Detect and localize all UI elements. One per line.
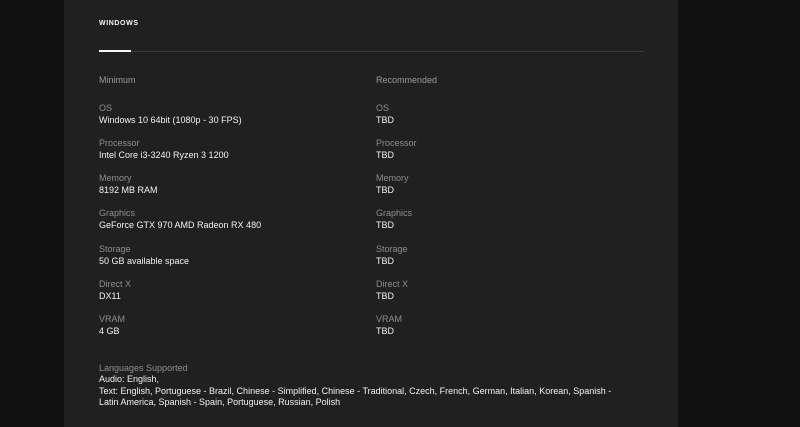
spec-label: Memory xyxy=(99,173,132,184)
spec-value: DX11 xyxy=(99,290,121,301)
spec-value: TBD xyxy=(376,220,394,231)
spec-label: OS xyxy=(99,102,113,113)
system-requirements-panel: WINDOWS Minimum OS Windows 10 64bit (108… xyxy=(64,0,678,427)
spec-label: Direct X xyxy=(376,278,409,289)
spec-value: 4 GB xyxy=(99,326,120,337)
spec-label: Storage xyxy=(99,243,131,254)
spec-label: Direct X xyxy=(99,278,132,289)
min-spec-graphics: Graphics GeForce GTX 970 AMD Radeon RX 4… xyxy=(99,196,369,231)
spec-label: Memory xyxy=(376,173,409,184)
spec-value: TBD xyxy=(376,185,394,196)
rec-spec-directx: Direct X TBD xyxy=(376,266,636,301)
tab-windows-label: WINDOWS xyxy=(99,20,139,27)
minimum-header: Minimum xyxy=(99,75,136,85)
spec-value: TBD xyxy=(376,149,394,160)
rec-spec-processor: Processor TBD xyxy=(376,125,636,160)
spec-label: Storage xyxy=(376,243,408,254)
min-spec-storage: Storage 50 GB available space xyxy=(99,231,369,266)
spec-value: Windows 10 64bit (1080p - 30 FPS) xyxy=(99,114,242,125)
spec-value: 8192 MB RAM xyxy=(99,185,158,196)
spec-value: Intel Core i3-3240 Ryzen 3 1200 xyxy=(99,149,229,160)
min-spec-os: OS Windows 10 64bit (1080p - 30 FPS) xyxy=(99,90,369,125)
active-tab-indicator xyxy=(99,50,131,52)
spec-label: Processor xyxy=(99,137,140,148)
rec-spec-vram: VRAM TBD xyxy=(376,302,636,337)
min-spec-memory: Memory 8192 MB RAM xyxy=(99,161,369,196)
rec-spec-storage: Storage TBD xyxy=(376,231,636,266)
languages-text-line-2: Latin America, Spanish - Spain, Portugue… xyxy=(99,397,341,407)
spec-value: TBD xyxy=(376,326,394,337)
languages-title: Languages Supported xyxy=(99,363,188,373)
spec-label: VRAM xyxy=(99,314,126,325)
rec-spec-os: OS TBD xyxy=(376,90,636,125)
recommended-requirements-column: Recommended OS TBD Processor TBD Memory … xyxy=(376,74,636,337)
min-spec-directx: Direct X DX11 xyxy=(99,266,369,301)
minimum-requirements-column: Minimum OS Windows 10 64bit (1080p - 30 … xyxy=(99,74,369,337)
spec-label: Graphics xyxy=(99,208,136,219)
spec-label: OS xyxy=(376,102,390,113)
platform-tab-bar: WINDOWS xyxy=(99,0,644,52)
spec-label: Graphics xyxy=(376,208,413,219)
spec-label: VRAM xyxy=(376,314,403,325)
languages-supported: Languages Supported Audio: English, Text… xyxy=(99,362,659,409)
spec-value: TBD xyxy=(376,255,394,266)
spec-value: GeForce GTX 970 AMD Radeon RX 480 xyxy=(99,220,262,231)
min-spec-vram: VRAM 4 GB xyxy=(99,302,369,337)
spec-value: TBD xyxy=(376,290,394,301)
spec-value: TBD xyxy=(376,114,394,125)
min-spec-processor: Processor Intel Core i3-3240 Ryzen 3 120… xyxy=(99,125,369,160)
languages-text-line-1: Text: English, Portuguese - Brazil, Chin… xyxy=(99,385,612,396)
tab-windows[interactable]: WINDOWS xyxy=(99,20,139,52)
rec-spec-memory: Memory TBD xyxy=(376,161,636,196)
recommended-header: Recommended xyxy=(376,75,438,85)
languages-audio: Audio: English, xyxy=(99,374,160,384)
rec-spec-graphics: Graphics TBD xyxy=(376,196,636,231)
spec-label: Processor xyxy=(376,137,417,148)
spec-value: 50 GB available space xyxy=(99,255,190,266)
